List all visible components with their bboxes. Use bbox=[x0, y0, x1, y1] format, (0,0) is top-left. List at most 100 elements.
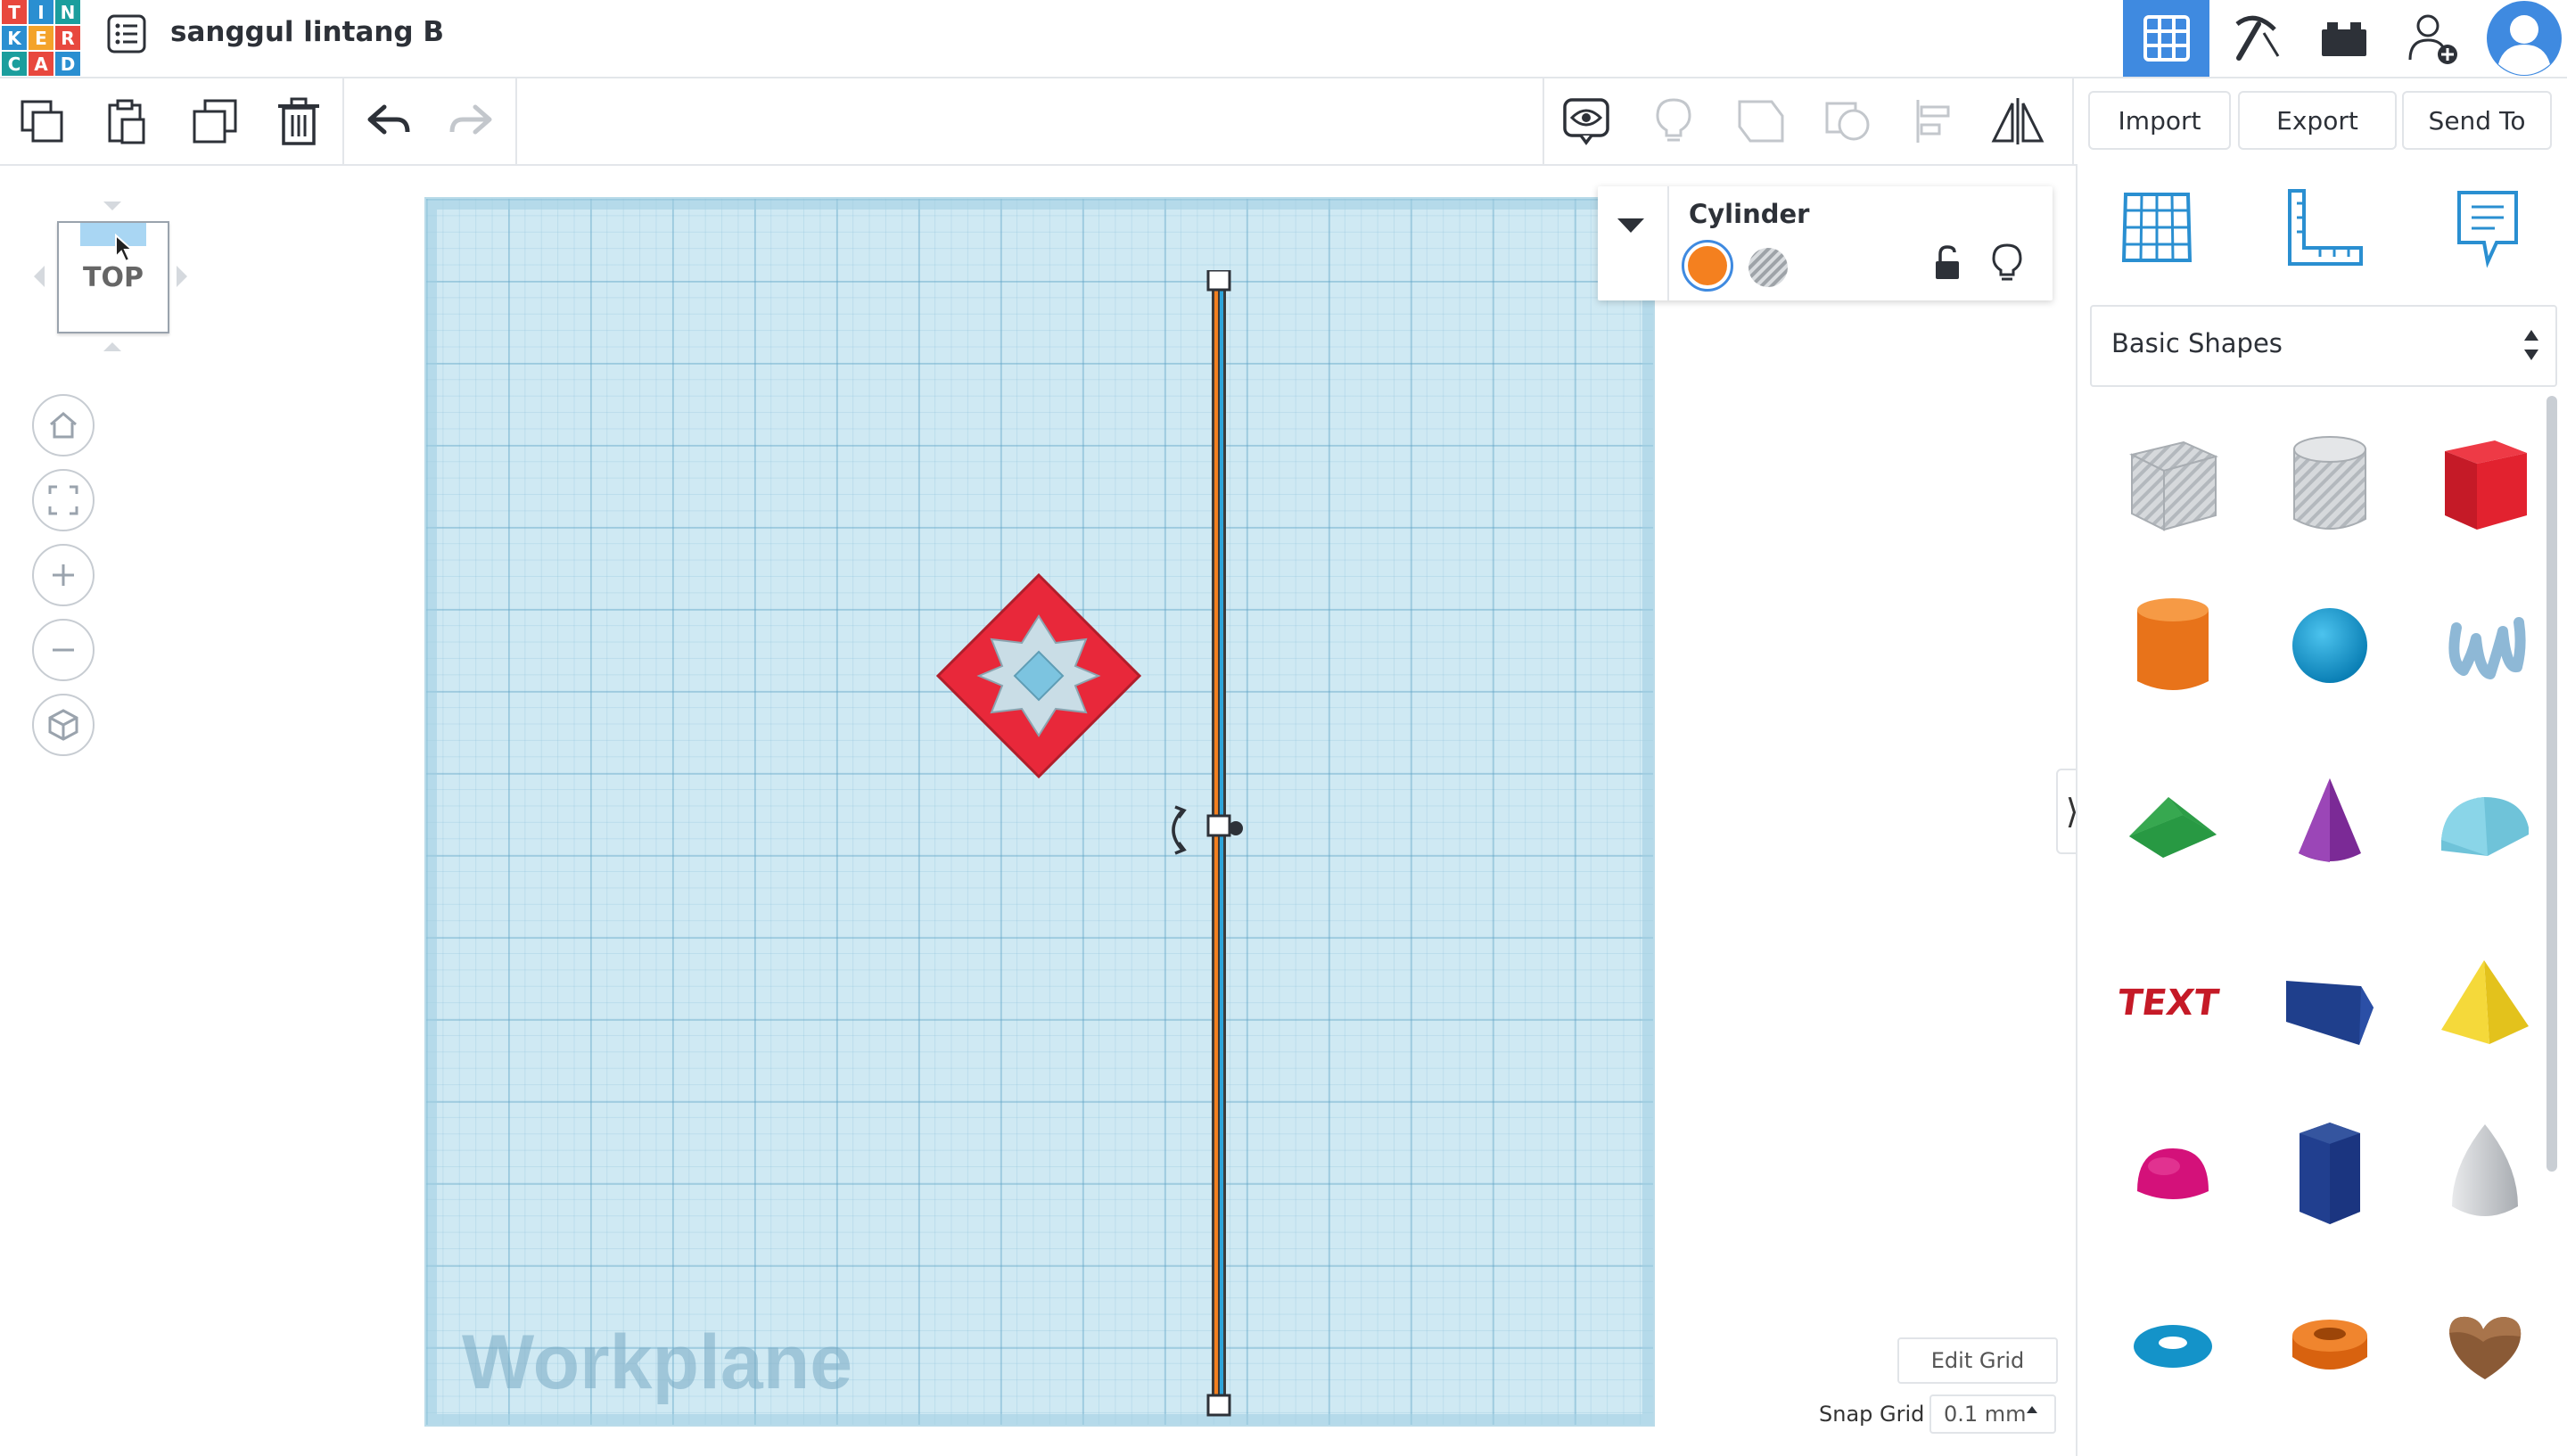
workplane-label: Workplane bbox=[462, 1320, 853, 1405]
logo-letter: T bbox=[2, 0, 27, 24]
view-arrow-right-icon[interactable] bbox=[177, 266, 187, 287]
mirror-icon bbox=[1990, 96, 2045, 146]
shape-cylinder-hole[interactable] bbox=[2272, 421, 2388, 546]
shape-paraboloid[interactable] bbox=[2427, 1113, 2543, 1238]
perspective-button[interactable] bbox=[32, 694, 95, 756]
caret-up-icon bbox=[2026, 1405, 2038, 1414]
shape-heart[interactable] bbox=[2427, 1284, 2543, 1409]
visibility-bulb-icon[interactable] bbox=[1992, 243, 2022, 283]
design-list-icon[interactable] bbox=[105, 12, 148, 55]
shapes-scrollbar[interactable] bbox=[2546, 396, 2557, 1172]
cube-perspective-icon bbox=[48, 709, 78, 741]
midpoint-handle[interactable] bbox=[1227, 819, 1245, 837]
view-arrow-left-icon[interactable] bbox=[34, 266, 45, 287]
zoom-out-button[interactable] bbox=[32, 619, 95, 681]
shape-library-select[interactable]: Basic Shapes bbox=[2090, 305, 2557, 387]
light-bulb-button[interactable] bbox=[1633, 78, 1714, 164]
shape-torus[interactable] bbox=[2115, 1284, 2231, 1409]
align-icon bbox=[1913, 98, 1955, 144]
3d-design-view-button[interactable] bbox=[2123, 0, 2209, 77]
group-button[interactable] bbox=[1721, 78, 1801, 164]
home-view-button[interactable] bbox=[32, 394, 95, 457]
group-shapes-icon bbox=[1736, 98, 1786, 144]
tinkercad-logo[interactable]: T I N K E R C A D bbox=[2, 0, 82, 76]
eye-speech-icon bbox=[1561, 96, 1611, 146]
trash-icon bbox=[276, 97, 321, 145]
ungroup-button[interactable] bbox=[1808, 78, 1888, 164]
hole-swatch-icon[interactable] bbox=[1748, 247, 1789, 288]
shape-roof[interactable] bbox=[2115, 760, 2231, 884]
shape-box[interactable] bbox=[2427, 421, 2543, 546]
export-button[interactable]: Export bbox=[2238, 91, 2397, 150]
logo-letter: R bbox=[55, 26, 80, 50]
undo-button[interactable] bbox=[348, 78, 428, 164]
logo-letter: E bbox=[29, 26, 53, 50]
toolbar-divider bbox=[342, 78, 344, 164]
diamond-ornament-shape[interactable] bbox=[936, 573, 1141, 778]
view-arrow-down-icon[interactable] bbox=[103, 341, 121, 351]
copy-icon bbox=[19, 98, 65, 144]
selected-cylinder[interactable] bbox=[1205, 270, 1232, 1420]
toolbar-divider bbox=[2072, 78, 2074, 164]
pickaxe-icon bbox=[2228, 12, 2282, 65]
send-to-button[interactable]: Send To bbox=[2402, 91, 2552, 150]
shape-scribble[interactable] bbox=[2427, 583, 2543, 708]
zoom-in-button[interactable] bbox=[32, 544, 95, 606]
shape-cone[interactable] bbox=[2272, 760, 2388, 884]
shape-wedge[interactable] bbox=[2272, 942, 2388, 1066]
view-arrow-up-icon[interactable] bbox=[103, 202, 121, 212]
workplane[interactable]: Workplane bbox=[424, 197, 1655, 1427]
copy-button[interactable] bbox=[2, 78, 82, 164]
shape-pyramid[interactable] bbox=[2427, 942, 2543, 1066]
paste-icon bbox=[103, 98, 149, 144]
solid-color-swatch[interactable] bbox=[1682, 240, 1733, 292]
undo-icon bbox=[365, 103, 411, 139]
shape-cylinder[interactable] bbox=[2115, 583, 2231, 708]
shape-half-sphere[interactable] bbox=[2115, 1113, 2231, 1238]
logo-letter: N bbox=[55, 0, 80, 24]
snap-grid-select[interactable]: 0.1 mm bbox=[1929, 1394, 2056, 1434]
shape-library-selected: Basic Shapes bbox=[2111, 328, 2283, 358]
toolbar-divider bbox=[515, 78, 517, 164]
show-hidden-button[interactable] bbox=[1546, 78, 1626, 164]
lego-bricks-view-button[interactable] bbox=[2300, 0, 2387, 77]
redo-button[interactable] bbox=[432, 78, 512, 164]
ruler-tool-button[interactable] bbox=[2284, 187, 2365, 267]
shape-round-roof[interactable] bbox=[2427, 760, 2543, 884]
solid-color-fill bbox=[1688, 246, 1727, 285]
shape-sphere[interactable] bbox=[2272, 583, 2388, 708]
shape-name[interactable]: Cylinder bbox=[1689, 199, 1809, 229]
profile-button[interactable] bbox=[2481, 0, 2567, 77]
delete-button[interactable] bbox=[259, 78, 339, 164]
shape-tube[interactable] bbox=[2272, 1284, 2388, 1409]
toolbar-divider bbox=[1543, 78, 1544, 164]
paste-button[interactable] bbox=[86, 78, 166, 164]
redo-icon bbox=[448, 103, 495, 139]
collapse-inspector-icon[interactable] bbox=[1616, 217, 1646, 234]
shape-text[interactable]: TEXT bbox=[2115, 942, 2231, 1066]
plus-icon bbox=[50, 562, 77, 588]
invite-user-button[interactable] bbox=[2390, 0, 2476, 77]
align-button[interactable] bbox=[1894, 78, 1974, 164]
rotate-handle-icon[interactable] bbox=[1157, 805, 1189, 855]
fit-view-icon bbox=[48, 485, 78, 515]
unlock-icon[interactable] bbox=[1933, 245, 1962, 281]
ruler-icon bbox=[2284, 187, 2365, 267]
codeblocks-view-button[interactable] bbox=[2211, 0, 2298, 77]
svg-text:TEXT: TEXT bbox=[2119, 983, 2222, 1024]
view-cube[interactable]: TOP bbox=[57, 221, 169, 333]
logo-letter: A bbox=[29, 52, 53, 76]
logo-letter: I bbox=[29, 0, 53, 24]
note-icon bbox=[2454, 189, 2522, 269]
mouse-cursor-icon bbox=[114, 234, 134, 264]
mirror-button[interactable] bbox=[1978, 78, 2058, 164]
design-title[interactable]: sanggul lintang B bbox=[170, 16, 444, 48]
shape-box-hole[interactable] bbox=[2115, 421, 2231, 546]
notes-tool-button[interactable] bbox=[2454, 189, 2522, 269]
duplicate-button[interactable] bbox=[175, 78, 255, 164]
shape-polygon[interactable] bbox=[2272, 1113, 2388, 1238]
import-button[interactable]: Import bbox=[2088, 91, 2231, 150]
fit-all-button[interactable] bbox=[32, 469, 95, 531]
edit-grid-button[interactable]: Edit Grid bbox=[1897, 1337, 2058, 1384]
workplane-tool-button[interactable] bbox=[2119, 189, 2195, 266]
